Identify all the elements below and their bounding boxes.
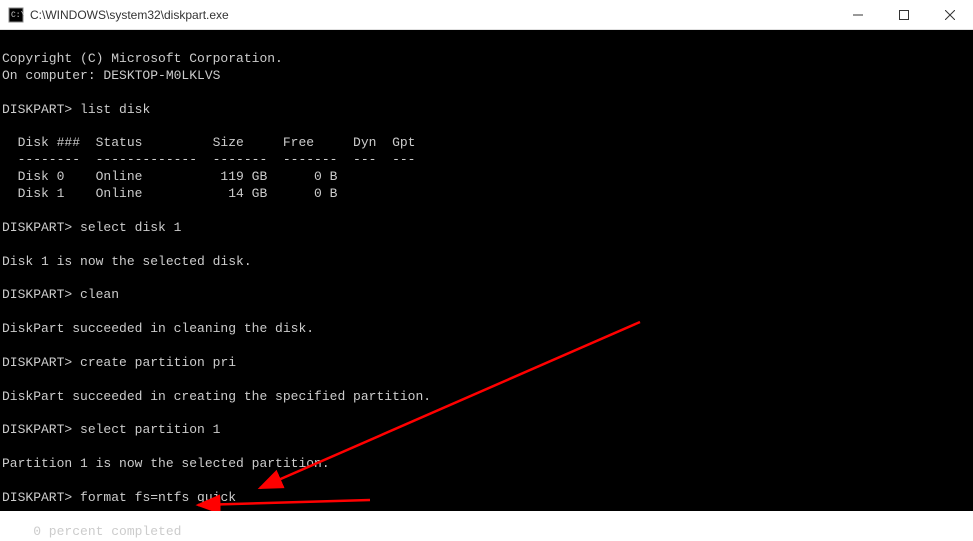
cmd-select-disk: select disk 1 — [80, 220, 181, 235]
cmd-select-partition: select partition 1 — [80, 422, 220, 437]
prompt: DISKPART> — [2, 490, 72, 505]
msg-clean-success: DiskPart succeeded in cleaning the disk. — [2, 321, 314, 336]
maximize-button[interactable] — [881, 0, 927, 29]
window-title: C:\WINDOWS\system32\diskpart.exe — [30, 8, 835, 22]
prompt: DISKPART> — [2, 220, 72, 235]
msg-disk-selected: Disk 1 is now the selected disk. — [2, 254, 252, 269]
cmd-clean: clean — [80, 287, 119, 302]
disk-row-0: Disk 0 Online 119 GB 0 B — [2, 169, 337, 184]
titlebar: C:\ C:\WINDOWS\system32\diskpart.exe — [0, 0, 973, 30]
computer-line: On computer: DESKTOP-M0LKLVS — [2, 68, 220, 83]
msg-progress: 0 percent completed — [2, 524, 181, 539]
prompt: DISKPART> — [2, 102, 72, 117]
msg-partition-success: DiskPart succeeded in creating the speci… — [2, 389, 431, 404]
prompt: DISKPART> — [2, 355, 72, 370]
cmd-list-disk: list disk — [80, 102, 150, 117]
console-output[interactable]: Copyright (C) Microsoft Corporation. On … — [0, 30, 973, 511]
window-controls — [835, 0, 973, 29]
msg-partition-selected: Partition 1 is now the selected partitio… — [2, 456, 330, 471]
copyright-line: Copyright (C) Microsoft Corporation. — [2, 51, 283, 66]
minimize-button[interactable] — [835, 0, 881, 29]
svg-text:C:\: C:\ — [11, 11, 24, 20]
disk-table-header: Disk ### Status Size Free Dyn Gpt — [2, 135, 415, 150]
app-icon: C:\ — [8, 7, 24, 23]
prompt: DISKPART> — [2, 422, 72, 437]
disk-row-1: Disk 1 Online 14 GB 0 B — [2, 186, 337, 201]
close-button[interactable] — [927, 0, 973, 29]
cmd-format: format fs=ntfs quick — [80, 490, 236, 505]
cmd-create-partition: create partition pri — [80, 355, 236, 370]
disk-table-divider: -------- ------------- ------- ------- -… — [2, 152, 415, 167]
prompt: DISKPART> — [2, 287, 72, 302]
